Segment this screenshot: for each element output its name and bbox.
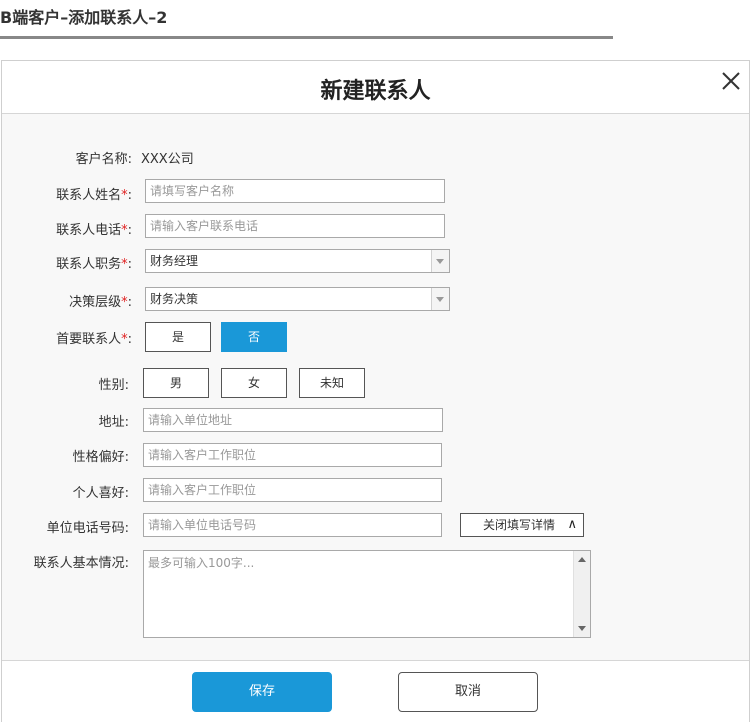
personality-input[interactable]: 请输入客户工作职位	[143, 443, 442, 467]
contact-phone-label: 联系人电话*:	[56, 223, 132, 238]
company-value: XXX公司	[141, 152, 194, 167]
gender-female-button[interactable]: 女	[221, 368, 287, 398]
decision-level-label: 决策层级*:	[69, 295, 132, 310]
textarea-scrollbar[interactable]	[573, 551, 590, 637]
office-phone-label: 单位电话号码:	[46, 521, 129, 536]
cancel-button[interactable]: 取消	[398, 672, 538, 712]
primary-contact-yes-button[interactable]: 是	[145, 322, 211, 352]
contact-name-input[interactable]: 请填写客户名称	[145, 179, 445, 203]
contact-name-label: 联系人姓名*:	[56, 188, 132, 203]
scroll-up-icon[interactable]	[578, 557, 586, 562]
hobbies-label: 个人喜好:	[72, 486, 129, 501]
close-details-toggle-button[interactable]: 关闭填写详情 ∧	[460, 513, 584, 537]
personality-label: 性格偏好:	[72, 450, 129, 465]
dialog-body: 客户名称: XXX公司 联系人姓名*: 请填写客户名称 联系人电话*: 请输入客…	[2, 114, 749, 660]
new-contact-dialog: 新建联系人 客户名称: XXX公司 联系人姓名*: 请填写客户名称 联系人电话*…	[1, 60, 750, 722]
decision-level-selected-value: 财务决策	[150, 292, 199, 306]
basic-info-textarea[interactable]: 最多可输入100字...	[143, 550, 591, 638]
dialog-footer: 保存 取消	[2, 660, 749, 722]
title-divider	[0, 36, 613, 39]
page-title: B端客户–添加联系人–2	[0, 8, 168, 27]
save-button[interactable]: 保存	[192, 672, 332, 712]
basic-info-placeholder: 最多可输入100字...	[148, 556, 255, 570]
company-label: 客户名称:	[75, 152, 132, 167]
hobbies-input[interactable]: 请输入客户工作职位	[143, 478, 442, 502]
chevron-down-icon[interactable]	[431, 288, 449, 310]
decision-level-select[interactable]: 财务决策	[145, 287, 450, 311]
primary-contact-label: 首要联系人*:	[56, 332, 132, 347]
gender-male-button[interactable]: 男	[143, 368, 209, 398]
dialog-header: 新建联系人	[2, 61, 749, 114]
close-icon[interactable]	[719, 69, 743, 93]
gender-label: 性别:	[98, 378, 129, 393]
chevron-up-icon: ∧	[567, 517, 577, 532]
position-label: 联系人职务*:	[56, 257, 132, 272]
chevron-down-icon[interactable]	[431, 250, 449, 272]
scroll-down-icon[interactable]	[578, 626, 586, 631]
address-input[interactable]: 请输入单位地址	[143, 408, 443, 432]
basic-info-label: 联系人基本情况:	[33, 556, 129, 571]
close-details-label: 关闭填写详情	[483, 518, 556, 532]
position-select[interactable]: 财务经理	[145, 249, 450, 273]
dialog-title: 新建联系人	[320, 79, 431, 104]
contact-phone-input[interactable]: 请输入客户联系电话	[145, 214, 445, 238]
address-label: 地址:	[98, 415, 129, 430]
office-phone-input[interactable]: 请输入单位电话号码	[143, 513, 442, 537]
gender-unknown-button[interactable]: 未知	[299, 368, 365, 398]
position-selected-value: 财务经理	[150, 254, 199, 268]
primary-contact-no-button[interactable]: 否	[221, 322, 287, 352]
